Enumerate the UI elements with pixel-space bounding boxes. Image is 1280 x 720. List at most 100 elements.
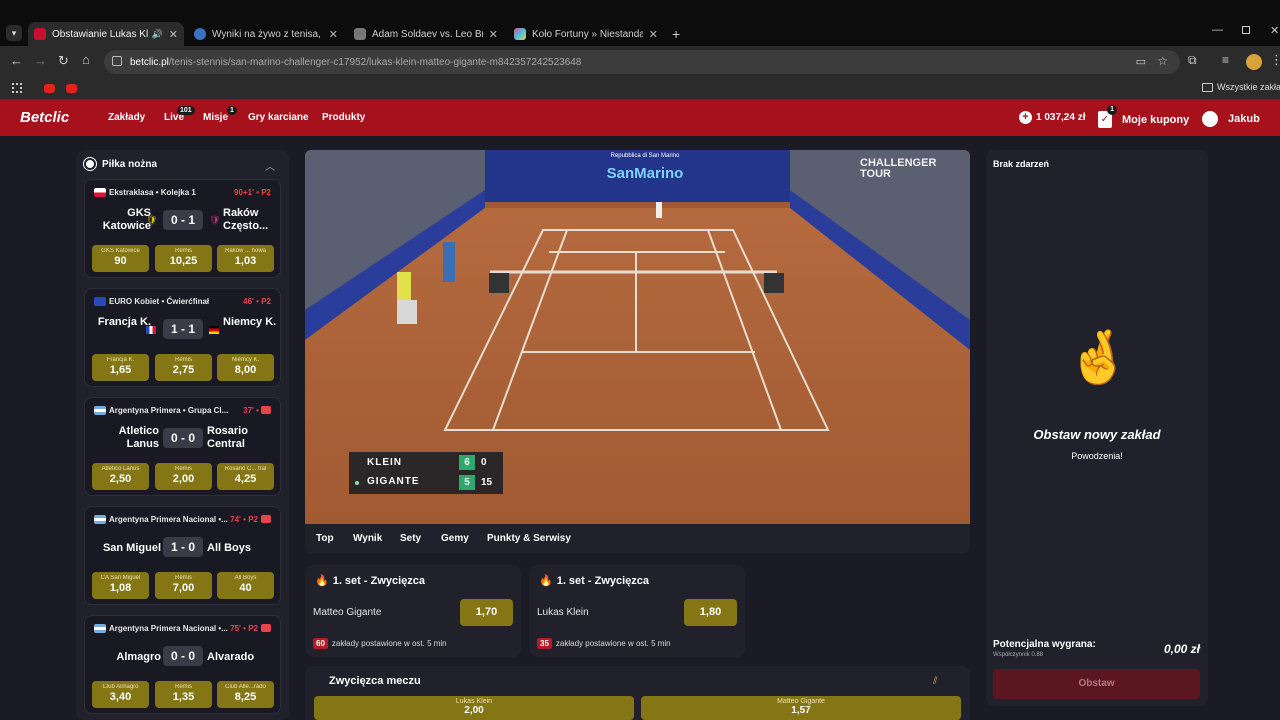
- odd-button[interactable]: Club Alle...rado 8,25: [217, 681, 274, 708]
- odd-button[interactable]: GKS Katowice 90: [92, 245, 149, 272]
- odd-label: Remis: [174, 466, 192, 472]
- site-info-icon[interactable]: [112, 56, 122, 66]
- close-window-icon[interactable]: ✕: [1270, 24, 1279, 37]
- collapse-chevron-icon[interactable]: ︿: [265, 158, 275, 173]
- back-icon[interactable]: ←: [10, 53, 23, 68]
- nav-produkty[interactable]: Produkty: [322, 112, 365, 123]
- odd-button[interactable]: 1,70: [460, 599, 513, 626]
- odd-button[interactable]: Francja K. 1,65: [92, 354, 149, 381]
- odd-button[interactable]: Raków ... howa 1,03: [217, 245, 274, 272]
- browser-tab[interactable]: Wyniki na żywo z tenisa, tenis ATP ✕: [188, 22, 344, 46]
- tab-title: Adam Soldaev vs. Leo Brichta, Kokom: [372, 28, 483, 40]
- profile-avatar[interactable]: [1246, 54, 1262, 70]
- all-bookmarks-label[interactable]: Wszystkie zakładki: [1217, 82, 1280, 92]
- match-card[interactable]: EURO Kobiet • Ćwierćfinał 46' • P2 Franc…: [84, 288, 281, 387]
- odd-label: All Boys: [234, 575, 257, 581]
- extensions-icon[interactable]: ⧉: [1188, 53, 1197, 68]
- close-tab-icon[interactable]: ✕: [169, 28, 178, 41]
- bookmark-youtube-icon[interactable]: [66, 84, 77, 93]
- live-count-badge: 101: [177, 106, 195, 115]
- selection-name: Lukas Klein: [537, 607, 589, 618]
- odd-button[interactable]: Matteo Gigante 1,57: [641, 696, 961, 720]
- nav-live[interactable]: Live 101: [164, 106, 195, 123]
- betclic-logo[interactable]: Betclic: [20, 109, 69, 126]
- coupons-label: Moje kupony: [1122, 113, 1190, 126]
- close-tab-icon[interactable]: ✕: [489, 28, 498, 41]
- browser-tab-active[interactable]: Obstawianie Lukas Klein - Matteo Gigante…: [28, 22, 184, 46]
- match-score: 0 - 0: [163, 646, 203, 666]
- odd-button[interactable]: Rosario C... tral 4,25: [217, 463, 274, 490]
- match-card[interactable]: Ekstraklasa • Kolejka 1 90+1' • P2 GKS K…: [84, 179, 281, 278]
- browser-menu-icon[interactable]: ⋮: [1270, 52, 1280, 68]
- odd-button[interactable]: Remis 2,00: [155, 463, 212, 490]
- sport-title[interactable]: Piłka nożna: [102, 159, 157, 170]
- odd-button[interactable]: Remis 7,00: [155, 572, 212, 599]
- serve-indicator-icon: [355, 481, 359, 485]
- browser-tab[interactable]: Koło Fortuny » Niestandardowy ✕: [508, 22, 664, 46]
- boost-icon[interactable]: ⫽: [933, 676, 937, 687]
- browser-tab[interactable]: Adam Soldaev vs. Leo Brichta, Kokom ✕: [348, 22, 504, 46]
- nav-zaklady[interactable]: Zakłady: [108, 112, 145, 123]
- minimize-icon[interactable]: —: [1212, 24, 1223, 36]
- tab-sety[interactable]: Sety: [400, 533, 421, 544]
- odd-button[interactable]: All Boys 40: [217, 572, 274, 599]
- away-team: Rosario Central: [207, 425, 248, 450]
- tab-list-button[interactable]: ▾: [6, 25, 22, 41]
- reading-list-icon[interactable]: ≡: [1222, 53, 1229, 67]
- home-team: Francja K.: [97, 316, 151, 328]
- match-card[interactable]: Argentyna Primera Nacional •... 74' • P2…: [84, 506, 281, 605]
- match-card[interactable]: Argentyna Primera Nacional •... 75' • P2…: [84, 615, 281, 714]
- odd-button[interactable]: Club Almagro 3,40: [92, 681, 149, 708]
- bookmark-star-icon[interactable]: ☆: [1157, 54, 1168, 68]
- address-bar[interactable]: betclic.pl/tenis-stennis/san-marino-chal…: [104, 50, 1180, 74]
- apps-grid-icon[interactable]: [12, 83, 22, 93]
- fire-icon: 🔥: [539, 575, 553, 587]
- my-coupons-button[interactable]: ✓ 1 Moje kupony: [1098, 105, 1190, 128]
- nav-label: Zakłady: [108, 112, 146, 123]
- odd-value: 2,75: [172, 364, 195, 376]
- new-tab-button[interactable]: +: [672, 26, 680, 42]
- match-time: 46' • P2: [243, 297, 271, 306]
- odd-label: Niemcy K.: [231, 357, 260, 363]
- points-count: 15: [481, 477, 493, 488]
- tab-punkty-serwisy[interactable]: Punkty & Serwisy: [487, 533, 571, 544]
- match-card[interactable]: Argentyna Primera • Grupa Cl... 37' • P1…: [84, 397, 281, 496]
- forward-icon[interactable]: →: [34, 53, 47, 68]
- bet-count-value: 60: [313, 638, 328, 649]
- odd-button[interactable]: CA San Miguel 1,08: [92, 572, 149, 599]
- san-marino-banner: Repubblica di San Marino SanMarino: [585, 153, 705, 182]
- bookmark-youtube-icon[interactable]: [44, 84, 55, 93]
- market-title: 🔥 1. set - Zwycięzca: [539, 574, 649, 587]
- odd-button[interactable]: Lukas Klein 2,00: [314, 696, 634, 720]
- odd-button[interactable]: Remis 2,75: [155, 354, 212, 381]
- germany-flag-icon: [209, 326, 219, 334]
- speaker-icon[interactable]: 🔊: [152, 29, 163, 40]
- live-video-player[interactable]: Repubblica di San Marino SanMarino CHALL…: [305, 150, 970, 524]
- live-sidebar: Piłka nożna ︿ Ekstraklasa • Kolejka 1 90…: [76, 150, 289, 720]
- reload-icon[interactable]: ↻: [58, 53, 69, 69]
- close-tab-icon[interactable]: ✕: [649, 28, 658, 41]
- flashscore-favicon: [194, 28, 206, 40]
- place-bet-button[interactable]: Obstaw: [993, 669, 1200, 699]
- nav-misje[interactable]: Misje 1: [203, 106, 237, 123]
- user-menu[interactable]: Jakub: [1202, 111, 1260, 127]
- user-name: Jakub: [1228, 113, 1260, 125]
- odd-button[interactable]: Atletico Lanus 2,50: [92, 463, 149, 490]
- cast-icon[interactable]: ▭: [1136, 55, 1146, 68]
- odd-button[interactable]: 1,80: [684, 599, 737, 626]
- odd-button[interactable]: Remis 1,35: [155, 681, 212, 708]
- odd-button[interactable]: Niemcy K. 8,00: [217, 354, 274, 381]
- odd-button[interactable]: Remis 10,25: [155, 245, 212, 272]
- home-icon[interactable]: ⌂: [82, 52, 90, 67]
- balance-button[interactable]: + 1 037,24 zł: [1019, 111, 1085, 124]
- betslip-title: Brak zdarzeń: [993, 159, 1050, 169]
- restore-icon[interactable]: [1242, 26, 1250, 34]
- odd-value: 2,00: [172, 473, 195, 485]
- tab-gemy[interactable]: Gemy: [441, 533, 469, 544]
- tab-wynik[interactable]: Wynik: [353, 533, 382, 544]
- close-tab-icon[interactable]: ✕: [329, 28, 338, 41]
- tab-top[interactable]: Top: [316, 533, 334, 544]
- market-title-text: 1. set - Zwycięzca: [556, 575, 650, 587]
- nav-gry-karciane[interactable]: Gry karciane: [248, 112, 309, 123]
- player-name: KLEIN: [367, 457, 402, 468]
